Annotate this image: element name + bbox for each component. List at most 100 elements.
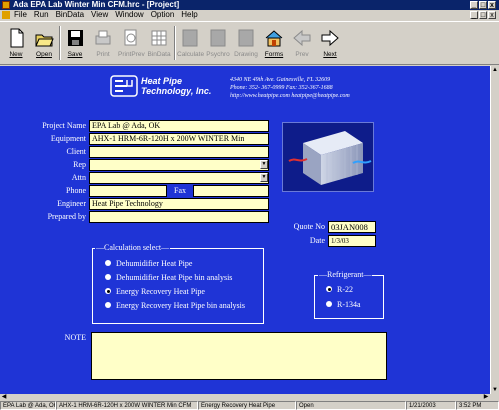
client-field[interactable] <box>89 146 269 158</box>
equipment-label: Equipment <box>50 134 86 143</box>
arrow-left-icon <box>292 27 312 49</box>
psychro-button[interactable]: Psychro <box>205 25 231 63</box>
prev-button[interactable]: Prev <box>289 25 315 63</box>
doc-close-button[interactable]: x <box>488 11 496 19</box>
status-project: EPA Lab @ Ada, OK <box>0 401 56 410</box>
attn-field[interactable] <box>89 172 269 184</box>
save-label: Save <box>67 51 83 58</box>
rep-dropdown-button[interactable]: ▼ <box>260 160 268 169</box>
drawing-icon <box>236 27 256 49</box>
client-label: Client <box>66 147 86 156</box>
calculate-label: Calculate <box>177 51 205 58</box>
fax-field[interactable] <box>193 185 269 197</box>
project-name-field[interactable]: EPA Lab @ Ada, OK <box>89 120 269 132</box>
maximize-button[interactable]: □ <box>479 1 487 9</box>
next-label: Next <box>323 51 337 58</box>
status-bar: EPA Lab @ Ada, OK AHX-1 HRM-6R-120H x 20… <box>0 401 499 410</box>
forms-label: Forms <box>264 51 284 58</box>
radio-button-icon <box>105 260 111 267</box>
radio-button-icon <box>105 274 111 281</box>
chevron-down-icon: ▼ <box>261 161 267 167</box>
new-label: New <box>9 51 23 58</box>
doc-minimize-button[interactable]: _ <box>470 11 478 19</box>
radio-energy-recovery[interactable]: Energy Recovery Heat Pipe <box>105 287 205 297</box>
minimize-button[interactable]: _ <box>470 1 478 9</box>
new-button[interactable]: New <box>3 25 29 63</box>
menu-file[interactable]: File <box>14 10 27 20</box>
prepared-by-label: Prepared by <box>47 212 86 221</box>
open-button[interactable]: Open <box>31 25 57 63</box>
fax-label: Fax <box>174 186 186 195</box>
window-title: Ada EPA Lab Winter Min CFM.hrc - [Projec… <box>13 0 180 9</box>
document-icon[interactable] <box>2 11 10 19</box>
date-label: Date <box>309 236 325 245</box>
window-controls: _ □ x <box>470 1 496 9</box>
prev-label: Prev <box>295 51 309 58</box>
scroll-right-icon[interactable]: ▶ <box>482 394 490 401</box>
toolbar-separator <box>174 26 176 60</box>
status-equipment: AHX-1 HRM-6R-120H x 200W WINTER Min CFM <box>56 401 198 410</box>
open-folder-icon <box>34 27 54 49</box>
menu-help[interactable]: Help <box>181 10 197 20</box>
radio-r134a[interactable]: R-134a <box>326 300 361 310</box>
status-state: Open <box>296 401 406 410</box>
document-window-controls: _ □ x <box>470 11 496 19</box>
quote-no-field[interactable]: 03JAN008 <box>328 221 376 233</box>
engineer-field[interactable]: Heat Pipe Technology <box>89 198 269 210</box>
print-button[interactable]: Print <box>90 25 116 63</box>
vertical-scrollbar[interactable]: ▲ ▼ <box>490 66 499 394</box>
scroll-left-icon[interactable]: ◀ <box>0 394 8 401</box>
radio-dehumidifier-bin[interactable]: Dehumidifier Heat Pipe bin analysis <box>105 273 232 283</box>
print-icon <box>93 27 113 49</box>
calculation-select-title: —Calculation select— <box>95 243 171 252</box>
menu-view[interactable]: View <box>91 10 108 20</box>
quote-no-label: Quote No <box>293 222 325 231</box>
chevron-down-icon: ▼ <box>261 174 267 180</box>
menu-bar: File Run BinData View Window Option Help… <box>0 10 499 20</box>
calculate-icon <box>180 27 200 49</box>
doc-restore-button[interactable]: □ <box>479 11 487 19</box>
calculate-button[interactable]: Calculate <box>177 25 205 63</box>
drawing-label: Drawing <box>234 51 258 58</box>
bindata-label: BinData <box>147 51 171 58</box>
open-label: Open <box>36 51 52 58</box>
prepared-by-field[interactable] <box>89 211 269 223</box>
close-button[interactable]: x <box>488 1 496 9</box>
date-field[interactable]: 1/3/03 <box>328 235 376 247</box>
scroll-down-icon[interactable]: ▼ <box>491 386 499 394</box>
forms-button[interactable]: Forms <box>261 25 287 63</box>
radio-selected-icon <box>326 286 332 293</box>
company-phone: Phone: 352- 367-0999 Fax: 352-367-1688 <box>230 85 333 91</box>
radio-r22[interactable]: R-22 <box>326 285 353 295</box>
radio-energy-recovery-bin[interactable]: Energy Recovery Heat Pipe bin analysis <box>105 301 245 311</box>
project-form: Heat Pipe Technology, Inc. 4340 NE 49th … <box>0 66 490 394</box>
equipment-field[interactable]: AHX-1 HRM-6R-120H x 200W WINTER Min <box>89 133 269 145</box>
status-calculation: Energy Recovery Heat Pipe <box>198 401 296 410</box>
horizontal-scrollbar[interactable]: ◀ ▶ <box>0 394 499 401</box>
radio-dehumidifier[interactable]: Dehumidifier Heat Pipe <box>105 259 192 269</box>
title-bar: Ada EPA Lab Winter Min CFM.hrc - [Projec… <box>0 0 499 10</box>
company-name-line2: Technology, Inc. <box>141 86 212 96</box>
print-preview-button[interactable]: PrintPrev <box>118 25 145 63</box>
radio-button-icon <box>326 301 332 308</box>
menu-window[interactable]: Window <box>115 10 143 20</box>
company-web: http://www.heatpipe.com heatpipe@heatpip… <box>230 93 350 99</box>
menu-bindata[interactable]: BinData <box>56 10 84 20</box>
attn-dropdown-button[interactable]: ▼ <box>260 173 268 182</box>
app-icon <box>2 1 10 9</box>
menu-option[interactable]: Option <box>151 10 175 20</box>
next-button[interactable]: Next <box>317 25 343 63</box>
save-button[interactable]: Save <box>62 25 88 63</box>
drawing-button[interactable]: Drawing <box>233 25 259 63</box>
toolbar-separator <box>59 26 61 60</box>
menu-run[interactable]: Run <box>34 10 49 20</box>
refrigerant-title: —Refrigerant— <box>318 270 373 279</box>
psychro-label: Psychro <box>206 51 230 58</box>
scroll-up-icon[interactable]: ▲ <box>491 66 499 74</box>
bindata-button[interactable]: BinData <box>146 25 172 63</box>
company-name-line1: Heat Pipe <box>141 76 183 86</box>
phone-field[interactable] <box>89 185 167 197</box>
rep-field[interactable] <box>89 159 269 171</box>
note-field[interactable] <box>91 332 387 380</box>
save-disk-icon <box>65 27 85 49</box>
